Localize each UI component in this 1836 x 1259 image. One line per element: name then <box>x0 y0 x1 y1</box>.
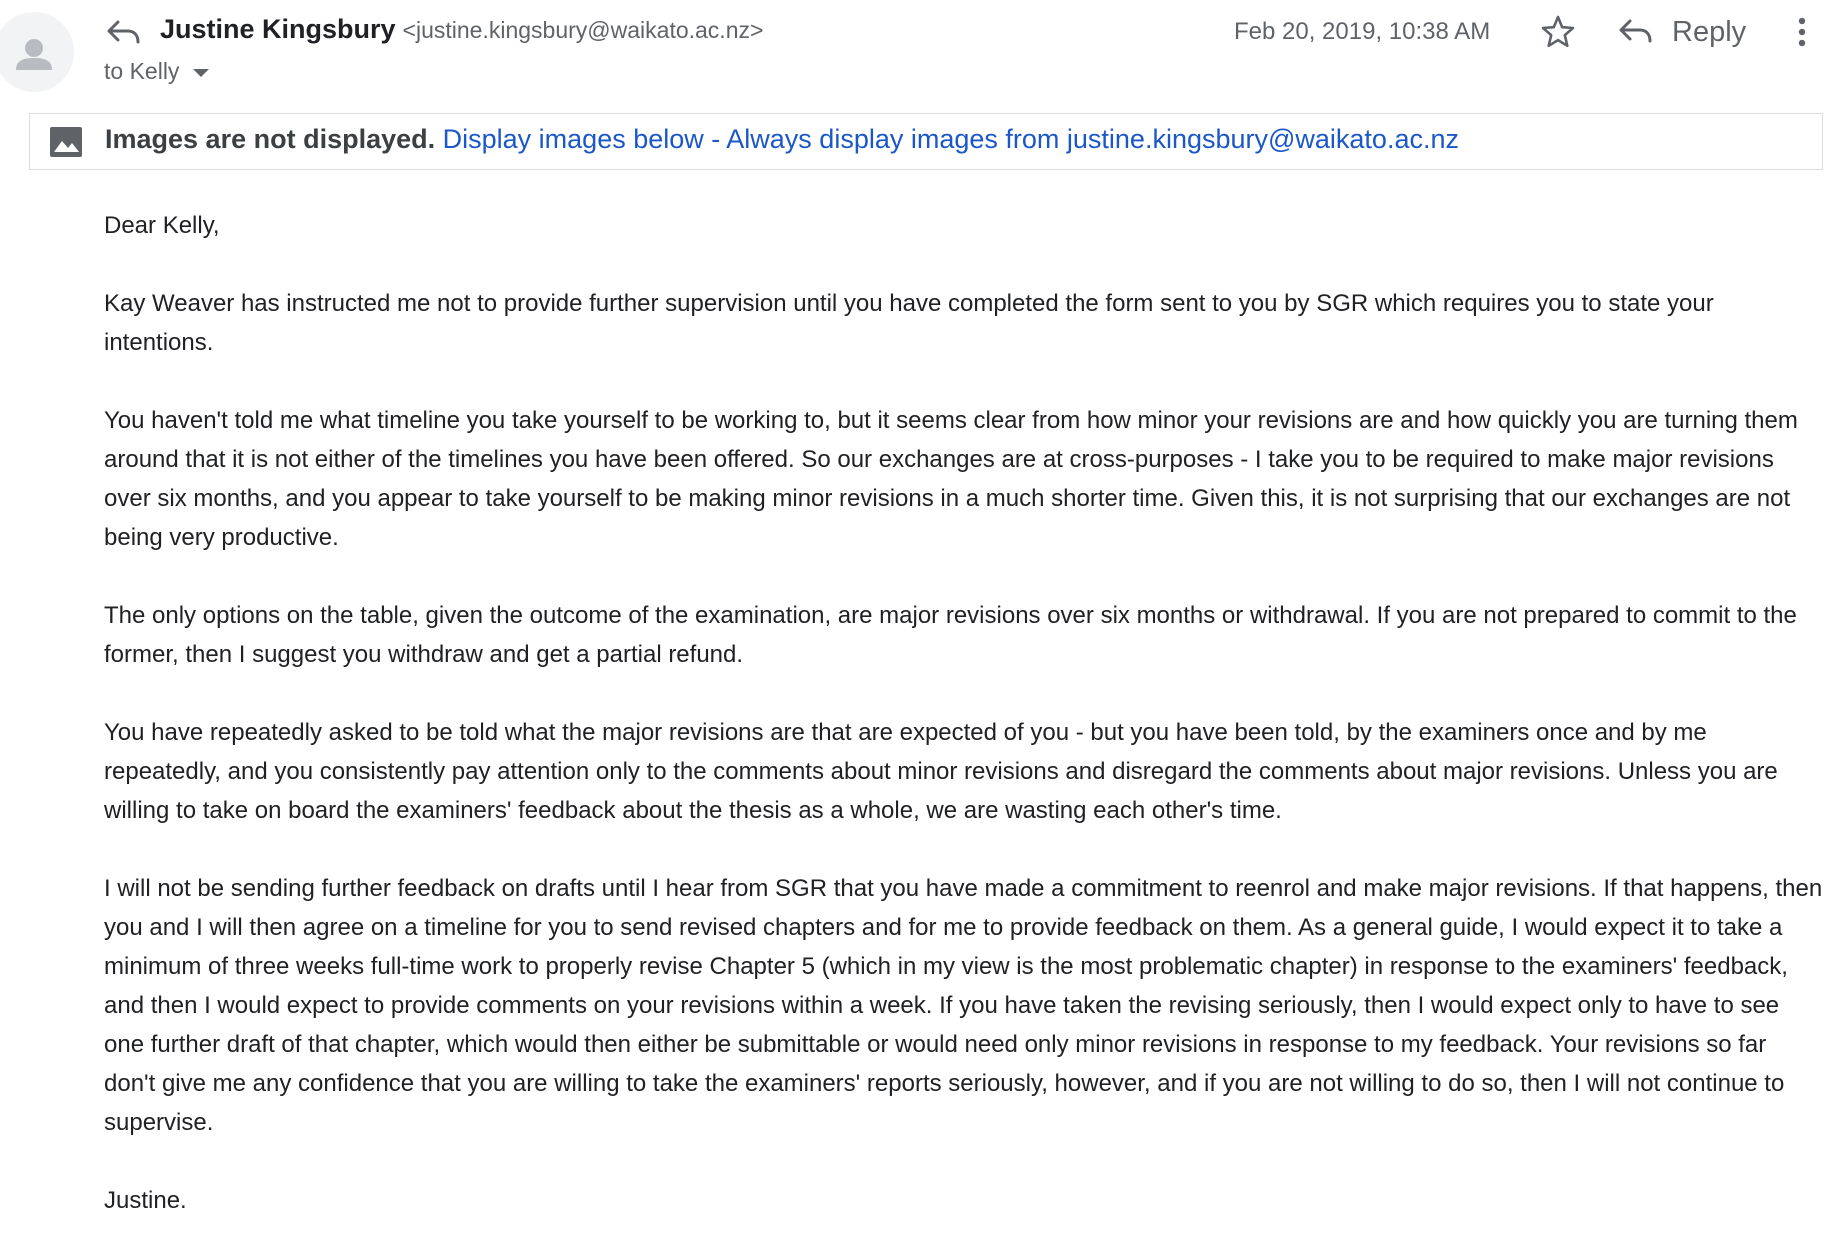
caret-down-icon <box>193 68 210 77</box>
avatar[interactable] <box>0 12 74 92</box>
reply-arrow-icon <box>1619 19 1652 43</box>
always-display-images-link[interactable]: Always display images from justine.kings… <box>726 124 1459 154</box>
link-separator: - <box>703 124 727 154</box>
star-outline-icon <box>1541 15 1575 48</box>
star-button[interactable] <box>1540 14 1576 50</box>
images-blocked-banner: Images are not displayed. Display images… <box>29 113 1823 170</box>
body-paragraph: You have repeatedly asked to be told wha… <box>104 719 1778 824</box>
display-images-link[interactable]: Display images below <box>443 124 704 154</box>
reply-button[interactable]: Reply <box>1618 10 1746 54</box>
body-paragraph: You haven't told me what timeline you ta… <box>104 407 1798 551</box>
person-icon <box>16 39 52 70</box>
body-paragraph: I will not be sending further feedback o… <box>104 875 1823 1136</box>
reply-arrow-icon <box>106 18 142 53</box>
more-options-button[interactable] <box>1790 14 1814 50</box>
reply-label: Reply <box>1672 15 1747 48</box>
images-blocked-notice: Images are not displayed. <box>105 124 436 154</box>
image-icon <box>48 125 84 164</box>
message-body: Dear Kelly, Kay Weaver has instructed me… <box>104 206 1824 1259</box>
greeting: Dear Kelly, <box>104 212 220 239</box>
sender-email: <justine.kingsbury@waikato.ac.nz> <box>402 17 764 43</box>
more-vertical-icon <box>1798 17 1806 47</box>
sender-line: Justine Kingsbury <justine.kingsbury@waik… <box>160 14 763 45</box>
recipient-label: to Kelly <box>104 58 180 84</box>
sender-name[interactable]: Justine Kingsbury <box>160 14 396 44</box>
message-date: Feb 20, 2019, 10:38 AM <box>1234 18 1491 45</box>
signoff: Justine. <box>104 1187 187 1214</box>
body-paragraph: The only options on the table, given the… <box>104 602 1797 668</box>
recipient-details-toggle[interactable]: to Kelly <box>104 58 210 85</box>
body-paragraph: Kay Weaver has instructed me not to prov… <box>104 290 1714 356</box>
